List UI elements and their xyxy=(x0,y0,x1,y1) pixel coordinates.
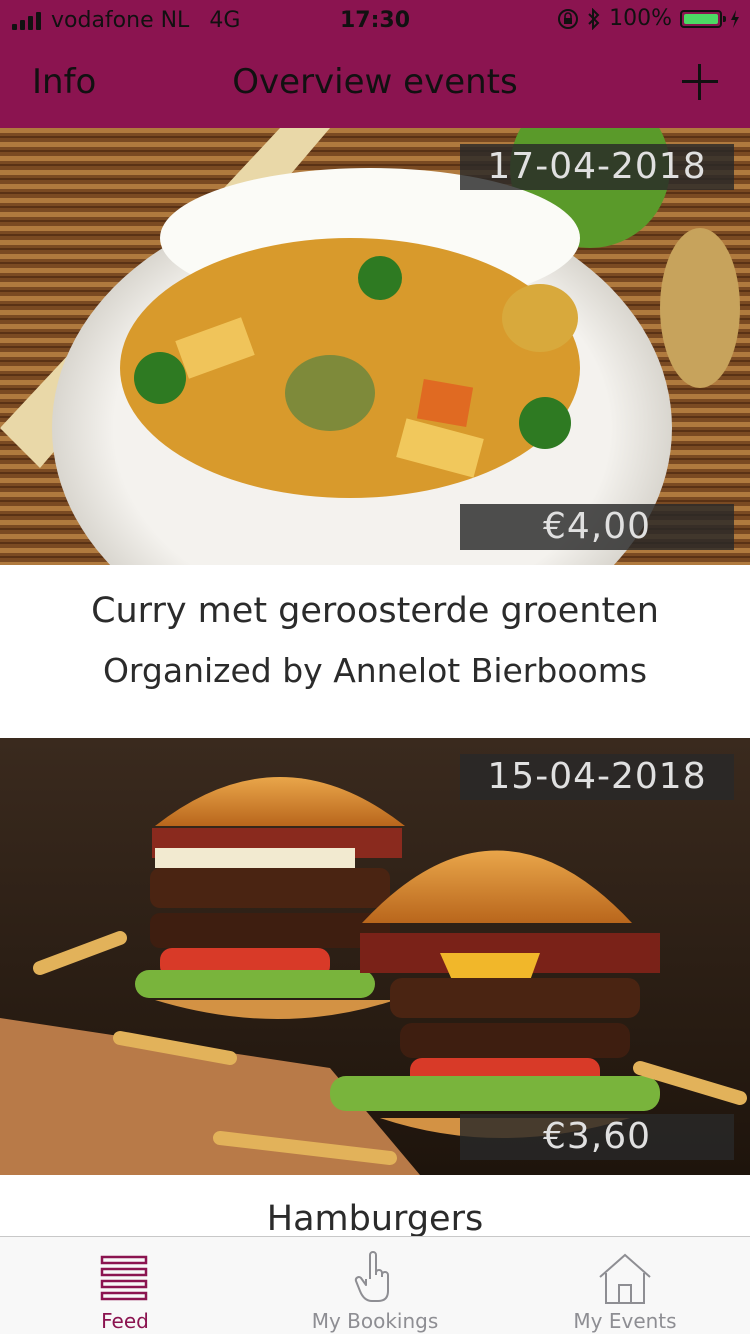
navigation-bar: Info Overview events xyxy=(0,40,750,128)
event-card[interactable]: 15-04-2018 €3,60 Hamburgers xyxy=(0,738,750,1236)
tab-bar: Feed My Bookings My Events xyxy=(0,1236,750,1334)
event-date-badge: 17-04-2018 xyxy=(460,144,734,190)
event-title: Curry met geroosterde groenten xyxy=(91,591,659,631)
tab-my-bookings[interactable]: My Bookings xyxy=(250,1237,500,1335)
tab-feed[interactable]: Feed xyxy=(0,1237,250,1335)
tab-my-events[interactable]: My Events xyxy=(500,1237,750,1335)
plus-icon[interactable] xyxy=(680,62,720,102)
list-icon xyxy=(100,1255,148,1301)
event-title: Hamburgers xyxy=(266,1199,484,1236)
tab-my-events-label: My Events xyxy=(573,1309,677,1333)
tab-my-bookings-label: My Bookings xyxy=(311,1309,439,1333)
status-right: 100% xyxy=(557,6,740,31)
event-image[interactable]: 17-04-2018 €4,00 xyxy=(0,128,750,565)
hand-pointer-icon xyxy=(354,1251,389,1302)
events-feed[interactable]: 17-04-2018 €4,00 Curry met geroosterde g… xyxy=(0,128,750,1236)
event-info[interactable]: Hamburgers xyxy=(0,1175,750,1236)
event-price-badge: €4,00 xyxy=(460,504,734,550)
tab-feed-label: Feed xyxy=(101,1309,149,1333)
battery-percent: 100% xyxy=(609,6,672,31)
bluetooth-icon xyxy=(588,7,600,30)
hamburger-image xyxy=(0,738,750,1175)
status-bar: vodafone NL 4G 17:30 100% xyxy=(0,0,750,40)
event-price-badge: €3,60 xyxy=(460,1114,734,1160)
charging-icon xyxy=(731,9,739,28)
event-organizer: Organized by Annelot Bierbooms xyxy=(102,651,648,690)
event-card[interactable]: 17-04-2018 €4,00 Curry met geroosterde g… xyxy=(0,128,750,738)
home-icon xyxy=(599,1253,651,1304)
page-title: Overview events xyxy=(232,62,518,102)
event-date-badge: 15-04-2018 xyxy=(460,754,734,800)
battery-icon xyxy=(680,9,726,28)
battery-fill xyxy=(684,13,718,24)
orientation-lock-icon xyxy=(558,8,579,29)
event-info[interactable]: Curry met geroosterde groenten Organized… xyxy=(0,565,750,738)
curry-dish-image xyxy=(0,128,750,565)
event-image[interactable]: 15-04-2018 €3,60 xyxy=(0,738,750,1175)
